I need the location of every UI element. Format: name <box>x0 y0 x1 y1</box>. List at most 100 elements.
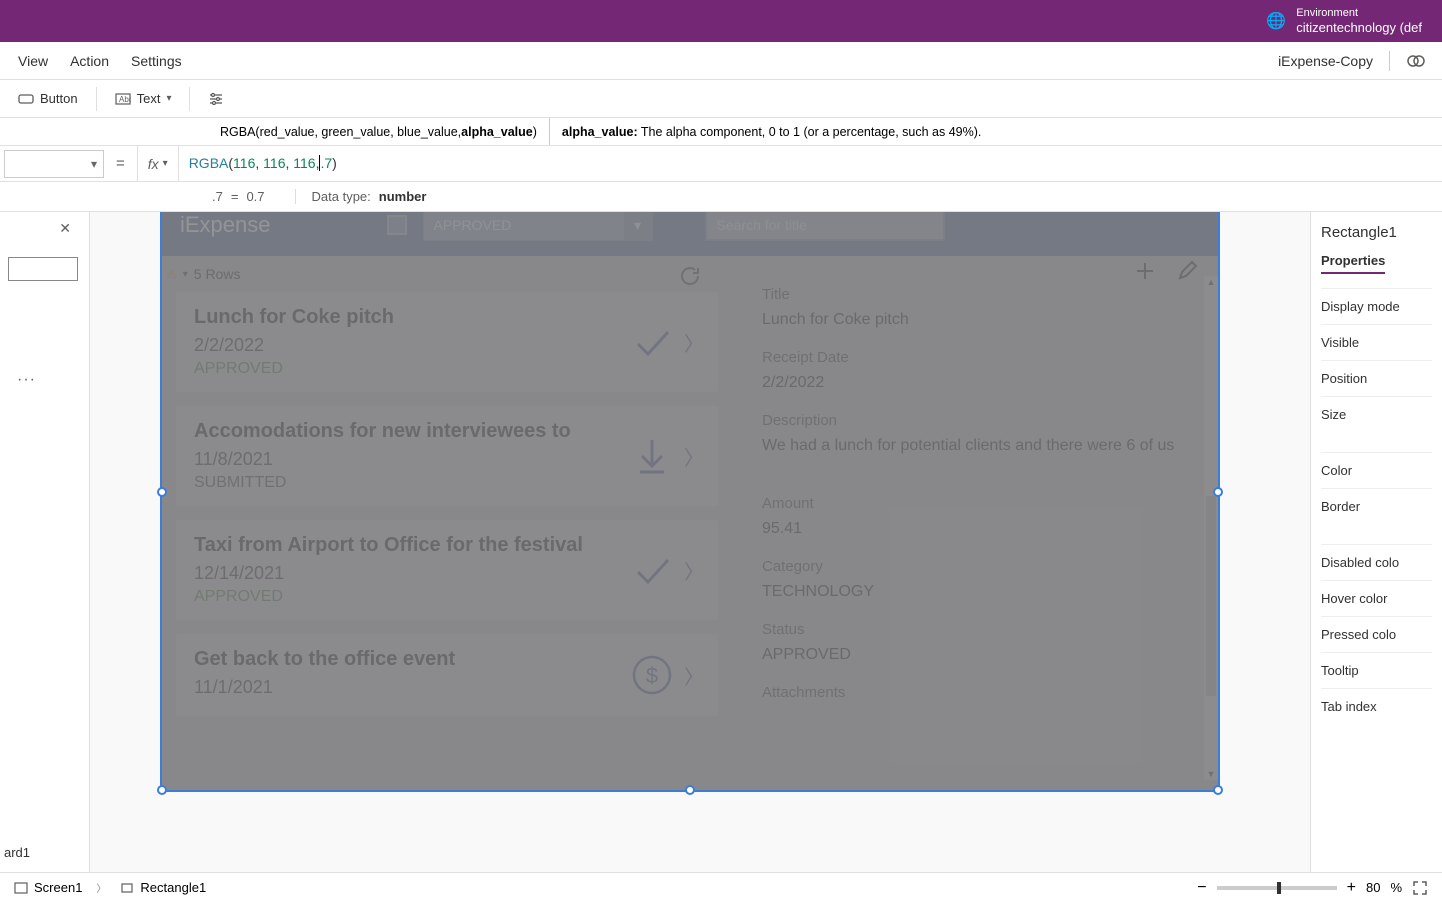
chevron-right-icon[interactable]: 〉 <box>684 328 704 357</box>
scroll-up-icon[interactable]: ▲ <box>1206 276 1216 288</box>
resize-handle[interactable] <box>1213 487 1223 497</box>
chevron-right-icon[interactable]: 〉 <box>684 556 704 585</box>
detail-value: 95.41 <box>762 520 1198 538</box>
chevron-down-icon: ▾ <box>91 157 97 171</box>
detail-value: TECHNOLOGY <box>762 583 1198 601</box>
fit-icon[interactable] <box>1412 880 1428 896</box>
chevron-right-icon[interactable]: 〉 <box>684 442 704 471</box>
chevron-right-icon[interactable]: 〉 <box>684 661 704 690</box>
resize-handle[interactable] <box>157 487 167 497</box>
resize-handle[interactable] <box>685 785 695 795</box>
checkbox[interactable] <box>387 215 407 235</box>
more-icon[interactable]: ··· <box>8 366 45 393</box>
text-icon: Abc <box>115 91 131 107</box>
menu-settings[interactable]: Settings <box>131 53 182 69</box>
plus-icon[interactable] <box>1134 260 1156 282</box>
breadcrumb-screen[interactable]: Screen1 <box>14 880 82 895</box>
resize-handle[interactable] <box>1213 785 1223 795</box>
app-preview: iExpense APPROVED ▾ Search for title ⚠ <box>162 212 1218 790</box>
item-status: APPROVED <box>194 588 700 606</box>
menu-action[interactable]: Action <box>70 53 109 69</box>
detail-value: Lunch for Coke pitch <box>762 311 1198 329</box>
app-title: iExpense <box>180 212 271 238</box>
scroll-thumb[interactable] <box>1206 496 1216 696</box>
prop-row[interactable]: Size <box>1321 396 1432 432</box>
prop-row[interactable]: Display mode <box>1321 288 1432 324</box>
prop-row[interactable]: Position <box>1321 360 1432 396</box>
selection-rectangle[interactable]: iExpense APPROVED ▾ Search for title ⚠ <box>162 212 1218 790</box>
check-icon <box>630 320 674 364</box>
prop-row[interactable]: Visible <box>1321 324 1432 360</box>
detail-label: Attachments <box>762 684 1198 701</box>
detail-value: APPROVED <box>762 646 1198 664</box>
item-status: APPROVED <box>194 360 700 378</box>
expense-list: ⚠ ▾ 5 Rows Lunch for Coke pitch 2/2/2022… <box>162 256 732 790</box>
prop-row[interactable]: Tab index <box>1321 688 1432 724</box>
properties-icon[interactable] <box>198 88 234 110</box>
search-input[interactable]: Search for title <box>705 212 945 241</box>
list-item[interactable]: Accomodations for new interviewees to 11… <box>176 406 718 506</box>
formula-bar: ▾ = fx ▾ RGBA(116, 116, 116,.7) <box>0 146 1442 182</box>
check-icon <box>630 548 674 592</box>
detail-value: 2/2/2022 <box>762 374 1198 392</box>
detail-label: Receipt Date <box>762 349 1198 366</box>
detail-label: Amount <box>762 495 1198 512</box>
prop-row[interactable]: Disabled colo <box>1321 544 1432 580</box>
download-icon <box>630 434 674 478</box>
edit-icon[interactable] <box>1176 260 1198 282</box>
button-icon <box>18 91 34 107</box>
canvas[interactable]: iExpense APPROVED ▾ Search for title ⚠ <box>90 212 1310 872</box>
item-date: 11/1/2021 <box>194 677 700 698</box>
tree-item-label[interactable]: ard1 <box>4 845 30 860</box>
button-insert[interactable]: Button <box>8 87 88 111</box>
svg-text:$: $ <box>646 663 658 688</box>
chevron-down-icon: ▾ <box>183 269 188 280</box>
tree-search-input[interactable] <box>8 257 78 281</box>
app-header: iExpense APPROVED ▾ Search for title <box>162 212 1218 256</box>
zoom-out-button[interactable]: − <box>1197 879 1206 897</box>
prop-row[interactable]: Hover color <box>1321 580 1432 616</box>
formula-param-desc: alpha_value: The alpha component, 0 to 1… <box>550 125 993 139</box>
environment-block: 🌐 Environment citizentechnology (def <box>1266 7 1422 36</box>
zoom-in-button[interactable]: + <box>1347 879 1356 897</box>
list-item[interactable]: Taxi from Airport to Office for the fest… <box>176 520 718 620</box>
prop-row[interactable]: Color <box>1321 452 1432 488</box>
item-title: Taxi from Airport to Office for the fest… <box>194 534 700 557</box>
formula-input[interactable]: RGBA(116, 116, 116,.7) <box>179 155 1442 172</box>
environment-label: Environment <box>1296 7 1422 20</box>
scrollbar[interactable]: ▲ ▼ <box>1204 276 1218 780</box>
chevron-down-icon: ▾ <box>624 212 652 240</box>
zoom-slider[interactable] <box>1217 886 1337 890</box>
chevron-right-icon: 〉 <box>96 880 106 895</box>
detail-label: Title <box>762 286 1198 303</box>
menu-view[interactable]: View <box>18 53 48 69</box>
warning-icon: ⚠ <box>166 267 177 281</box>
detail-value: We had a lunch for potential clients and… <box>762 437 1198 455</box>
fx-button[interactable]: fx ▾ <box>137 146 179 181</box>
status-dropdown[interactable]: APPROVED ▾ <box>423 212 653 241</box>
resize-handle[interactable] <box>157 785 167 795</box>
properties-panel: Rectangle1 Properties Display mode Visib… <box>1310 212 1442 872</box>
refresh-icon[interactable] <box>678 264 702 288</box>
selected-element-name: Rectangle1 <box>1321 224 1432 241</box>
scroll-down-icon[interactable]: ▼ <box>1206 768 1216 780</box>
app-checker-icon[interactable] <box>1406 51 1426 71</box>
breadcrumb-rectangle[interactable]: Rectangle1 <box>120 880 206 895</box>
item-status: SUBMITTED <box>194 474 700 492</box>
prop-row[interactable]: Pressed colo <box>1321 616 1432 652</box>
property-dropdown[interactable]: ▾ <box>4 150 104 178</box>
text-insert[interactable]: Abc Text ▾ <box>105 87 182 111</box>
file-name: iExpense-Copy <box>1278 53 1373 69</box>
zoom-pct: % <box>1390 880 1402 895</box>
dollar-icon: $ <box>630 653 674 697</box>
list-item[interactable]: Lunch for Coke pitch 2/2/2022 APPROVED 〉 <box>176 292 718 392</box>
item-title: Accomodations for new interviewees to <box>194 420 700 443</box>
detail-label: Category <box>762 558 1198 575</box>
prop-row[interactable]: Tooltip <box>1321 652 1432 688</box>
tab-properties[interactable]: Properties <box>1321 253 1385 274</box>
prop-row[interactable]: Border <box>1321 488 1432 524</box>
text-label: Text <box>137 91 161 106</box>
list-item[interactable]: Get back to the office event 11/1/2021 $… <box>176 634 718 716</box>
close-icon[interactable]: ✕ <box>8 220 81 237</box>
item-date: 12/14/2021 <box>194 563 700 584</box>
